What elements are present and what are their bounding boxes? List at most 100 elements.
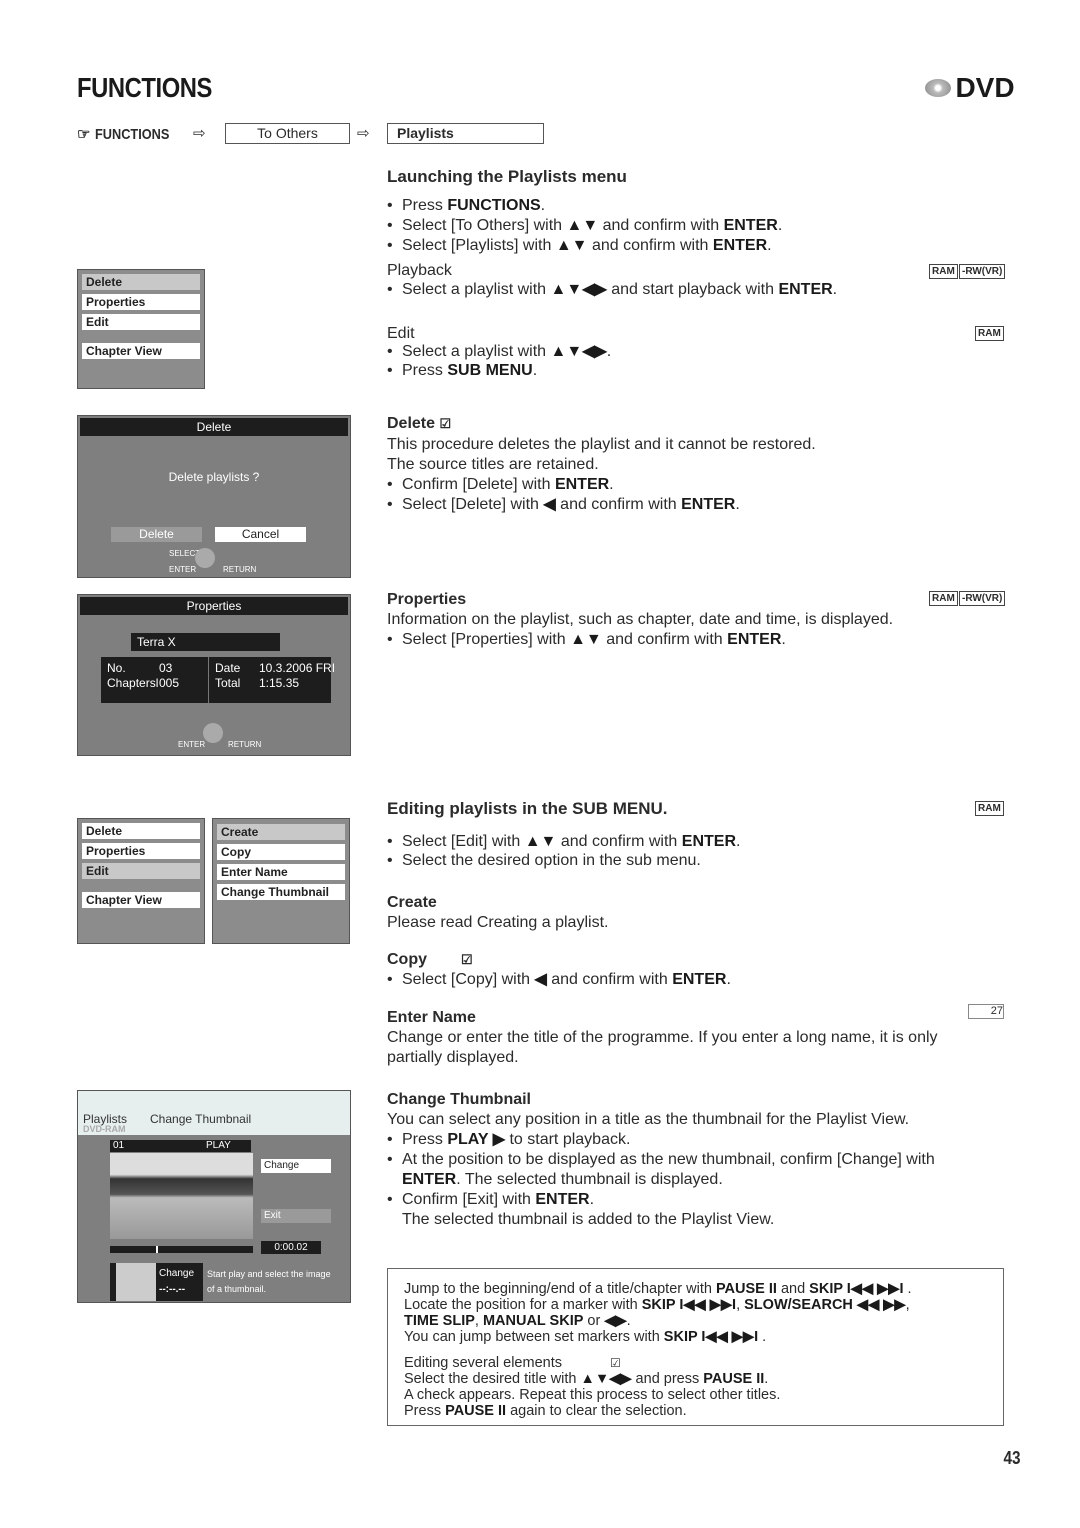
- text-run: .: [726, 971, 731, 988]
- remote-dpad-icon: [203, 723, 223, 743]
- return-hint: RETURN: [228, 740, 262, 749]
- text-run: . The selected thumbnail is displayed.: [456, 1171, 723, 1188]
- note-line: TIME SLIP, MANUAL SKIP or ◀▶.: [404, 1313, 631, 1329]
- text-run: to start playback.: [505, 1131, 631, 1148]
- bold-text: ENTER: [535, 1191, 590, 1208]
- thumbnail-time: --:--.--: [159, 1284, 186, 1295]
- bold-text: PLAY ▶: [447, 1131, 506, 1148]
- bold-text: ENTER: [672, 971, 727, 988]
- text-run: and confirm with: [546, 971, 673, 988]
- play-status: PLAY: [203, 1140, 251, 1152]
- text-run: .: [735, 496, 740, 513]
- bold-text: ENTER: [681, 833, 737, 850]
- note-line: Jump to the beginning/end of a title/cha…: [404, 1281, 912, 1297]
- text-run: and confirm with: [601, 631, 728, 648]
- nav-functions: FUNCTIONS: [94, 126, 169, 143]
- text-run: and confirm with: [598, 217, 724, 234]
- bullet-line: Confirm [Delete] with ENTER.: [387, 475, 614, 495]
- text-run: .: [589, 1191, 595, 1208]
- text-run: Please read Creating a playlist.: [387, 914, 609, 931]
- badge-rw-vr: -RW(VR): [959, 264, 1006, 279]
- bold-text: ◀: [534, 971, 547, 988]
- text-run: Select a playlist with: [402, 281, 551, 298]
- bold-text: PAUSE II: [445, 1403, 507, 1419]
- note-line: Locate the position for a marker with SK…: [404, 1297, 910, 1313]
- title-number: 01: [110, 1140, 203, 1152]
- note-line: A check appears. Repeat this process to …: [404, 1387, 780, 1403]
- playback-label: Playback: [387, 262, 452, 279]
- checkbox-icon: ☑: [439, 416, 452, 431]
- bold-text: TIME SLIP: [404, 1313, 475, 1329]
- bold-text: ENTER: [554, 476, 610, 493]
- bold-text: FUNCTIONS: [447, 197, 541, 214]
- text-run: Select a playlist with: [402, 343, 551, 360]
- bold-text: ◀▶: [604, 1313, 627, 1329]
- note-text: Editing several elements: [404, 1355, 562, 1371]
- nav-path: ☞ FUNCTIONS: [77, 125, 182, 143]
- change-thumbnail-screen: Playlists Change Thumbnail DVD-RAM 01 PL…: [77, 1090, 351, 1303]
- bullet-line: Press SUB MENU.: [387, 361, 537, 381]
- text-run: Select [Playlists] with: [402, 237, 556, 254]
- text-run: Locate the position for a marker with: [404, 1297, 642, 1313]
- menu-item-edit: Edit: [82, 314, 200, 330]
- total-label: Total: [215, 676, 241, 690]
- dialog-cancel-button: Cancel: [215, 527, 306, 542]
- submenu-screen: Create Copy Enter Name Change Thumbnail: [212, 818, 350, 944]
- bullet-line: Select [Edit] with ▲▼ and confirm with E…: [387, 832, 741, 852]
- change-button: Change: [261, 1159, 331, 1173]
- badge-ram: RAM: [929, 591, 958, 606]
- text-run: and confirm with: [556, 833, 682, 850]
- text-run: A check appears. Repeat this process to …: [404, 1387, 781, 1403]
- no-value: 03: [159, 661, 173, 675]
- note-line: Press PAUSE II again to clear the select…: [404, 1403, 687, 1419]
- text-run: Press: [402, 1131, 448, 1148]
- bullet-line: Confirm [Exit] with ENTER.: [387, 1190, 595, 1210]
- note-box: Jump to the beginning/end of a title/cha…: [387, 1268, 1004, 1426]
- text-run: and: [776, 1281, 810, 1297]
- menu-item-properties: Properties: [82, 843, 200, 859]
- thumbnail-label: Change: [159, 1268, 195, 1279]
- submenu-item-copy: Copy: [217, 844, 345, 860]
- text-run: Select the desired option in the sub men…: [402, 852, 701, 869]
- delete-heading-text: Delete: [387, 415, 436, 432]
- text-run: Select [Properties] with: [402, 631, 571, 648]
- bullet-line: Select [Playlists] with ▲▼ and confirm w…: [387, 236, 772, 256]
- properties-dialog-screen: Properties Terra X No. 03 Chaptersl 005 …: [77, 594, 351, 756]
- text-line: Information on the playlist, such as cha…: [387, 610, 893, 630]
- bullet-line: At the position to be displayed as the n…: [387, 1150, 935, 1170]
- bold-text: ENTER: [727, 631, 782, 648]
- text-run: and confirm with: [555, 496, 682, 513]
- dvd-logo: DVD: [925, 72, 1015, 104]
- progress-bar: [110, 1246, 253, 1253]
- edit-label: Edit: [387, 325, 415, 342]
- text-run: .: [626, 1313, 631, 1329]
- text-line: ENTER. The selected thumbnail is display…: [402, 1170, 723, 1190]
- hint-text: of a thumbnail.: [207, 1284, 267, 1294]
- properties-info-panel: No. 03 Chaptersl 005 Date 10.3.2006 FRI …: [101, 657, 335, 703]
- text-run: Select [To Others] with: [402, 217, 567, 234]
- enter-hint: ENTER: [169, 565, 197, 574]
- badge-rw-vr: -RW(VR): [959, 591, 1006, 606]
- submenu-item-change-thumbnail: Change Thumbnail: [217, 884, 345, 900]
- hint-text: Start play and select the image: [207, 1269, 331, 1279]
- bold-text: SKIP I◀◀ ▶▶I: [641, 1297, 737, 1313]
- text-run: .: [540, 197, 546, 214]
- hand-pointer-icon: ☞: [77, 126, 91, 143]
- bold-text: ▲▼: [570, 631, 602, 648]
- dialog-title: Properties: [80, 597, 348, 615]
- copy-heading: Copy ☑: [387, 950, 473, 970]
- text-run: .: [736, 833, 741, 850]
- menu-item-edit: Edit: [82, 863, 200, 879]
- thumbnail-preview: [116, 1263, 156, 1301]
- text-run: At the position to be displayed as the n…: [402, 1151, 935, 1168]
- badge-ram: RAM: [975, 801, 1004, 816]
- text-run: This procedure deletes the playlist and …: [387, 436, 816, 453]
- text-run: The selected thumbnail is added to the P…: [402, 1211, 775, 1228]
- menu-item-chapter-view: Chapter View: [82, 892, 200, 908]
- bold-text: ENTER: [681, 496, 736, 513]
- menu-screen: Delete Properties Edit Chapter View: [77, 269, 205, 389]
- bullet-line: Select [Copy] with ◀ and confirm with EN…: [387, 970, 731, 990]
- bullet-line: Press FUNCTIONS.: [387, 196, 546, 216]
- menu-item-delete: Delete: [82, 823, 200, 839]
- bold-text: PAUSE II: [703, 1371, 765, 1387]
